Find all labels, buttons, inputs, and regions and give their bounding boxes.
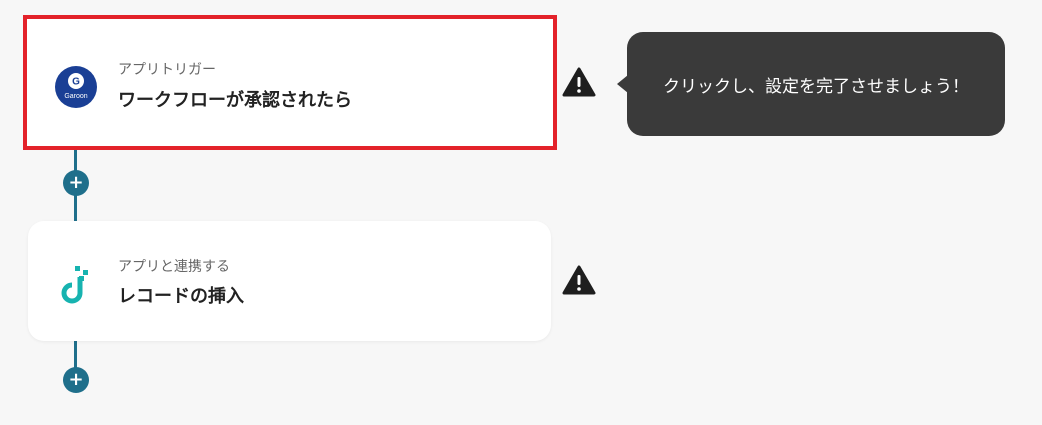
plus-icon: +	[68, 172, 84, 193]
action-step-card[interactable]: アプリと連携する レコードの挿入	[28, 221, 551, 341]
tooltip-text: クリックし、設定を完了させましょう！	[663, 76, 969, 97]
plus-icon: +	[68, 369, 84, 390]
step-type-label: アプリトリガー	[118, 62, 216, 78]
add-step-button[interactable]: +	[63, 367, 89, 393]
svg-text:Garoon: Garoon	[64, 93, 87, 100]
database-app-icon	[55, 263, 97, 305]
step-type-label: アプリと連携する	[118, 259, 230, 275]
step-title: ワークフローが承認されたら	[118, 90, 352, 111]
add-step-button[interactable]: +	[63, 170, 89, 196]
warning-icon	[562, 67, 596, 97]
warning-icon	[562, 265, 596, 295]
trigger-step-card[interactable]: G Garoon アプリトリガー ワークフローが承認されたら	[23, 15, 557, 150]
hint-tooltip: クリックし、設定を完了させましょう！	[627, 32, 1005, 136]
svg-text:G: G	[72, 77, 80, 88]
step-title: レコードの挿入	[118, 286, 244, 307]
garoon-icon: G Garoon	[55, 66, 97, 108]
